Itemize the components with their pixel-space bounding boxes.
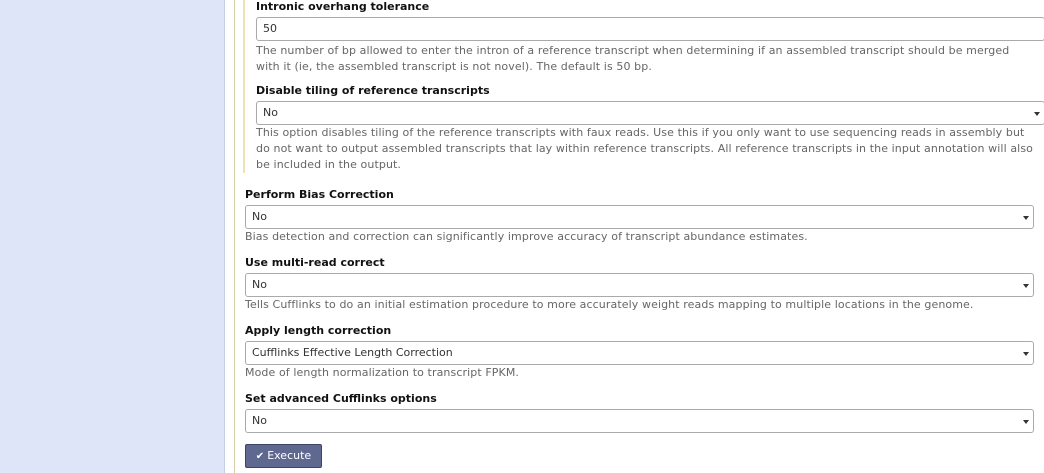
caret-down-icon — [1023, 352, 1029, 356]
multiread-select[interactable]: No — [245, 273, 1034, 297]
overhang-value: 50 — [263, 22, 277, 35]
bias-label: Perform Bias Correction — [245, 188, 394, 201]
overhang-label: Intronic overhang tolerance — [256, 0, 430, 13]
multiread-value: No — [252, 278, 267, 291]
length-label: Apply length correction — [245, 324, 392, 337]
multiread-section: Use multi-read correct No Tells Cufflink… — [245, 256, 1035, 313]
caret-down-icon — [1023, 284, 1029, 288]
nested-options-block: Intronic overhang tolerance 50 The numbe… — [243, 0, 1044, 173]
caret-down-icon — [1034, 112, 1040, 116]
multiread-help: Tells Cufflinks to do an initial estimat… — [245, 298, 974, 311]
advanced-value: No — [252, 414, 267, 427]
length-select[interactable]: Cufflinks Effective Length Correction — [245, 341, 1034, 365]
caret-down-icon — [1023, 420, 1029, 424]
length-help: Mode of length normalization to transcri… — [245, 366, 520, 379]
tiling-label: Disable tiling of reference transcripts — [256, 84, 490, 97]
tiling-help: This option disables tiling of the refer… — [256, 126, 1034, 171]
left-tool-panel — [0, 0, 225, 473]
multiread-label: Use multi-read correct — [245, 256, 385, 269]
length-value: Cufflinks Effective Length Correction — [252, 346, 453, 359]
bias-select[interactable]: No — [245, 205, 1034, 229]
overhang-input[interactable]: 50 — [256, 17, 1044, 41]
execute-button[interactable]: ✔ Execute — [245, 444, 322, 468]
tool-form: Intronic overhang tolerance 50 The numbe… — [234, 0, 1044, 473]
caret-down-icon — [1023, 216, 1029, 220]
advanced-section: Set advanced Cufflinks options No — [245, 392, 1035, 433]
overhang-help: The number of bp allowed to enter the in… — [256, 44, 1010, 73]
advanced-select[interactable]: No — [245, 409, 1034, 433]
advanced-label: Set advanced Cufflinks options — [245, 392, 437, 405]
bias-section: Perform Bias Correction No Bias detectio… — [245, 188, 1035, 245]
bias-value: No — [252, 210, 267, 223]
length-section: Apply length correction Cufflinks Effect… — [245, 324, 1035, 381]
execute-label: Execute — [267, 449, 312, 462]
tiling-select[interactable]: No — [256, 101, 1044, 125]
tiling-value: No — [263, 106, 278, 119]
check-icon: ✔ — [255, 451, 265, 462]
bias-help: Bias detection and correction can signif… — [245, 230, 808, 243]
